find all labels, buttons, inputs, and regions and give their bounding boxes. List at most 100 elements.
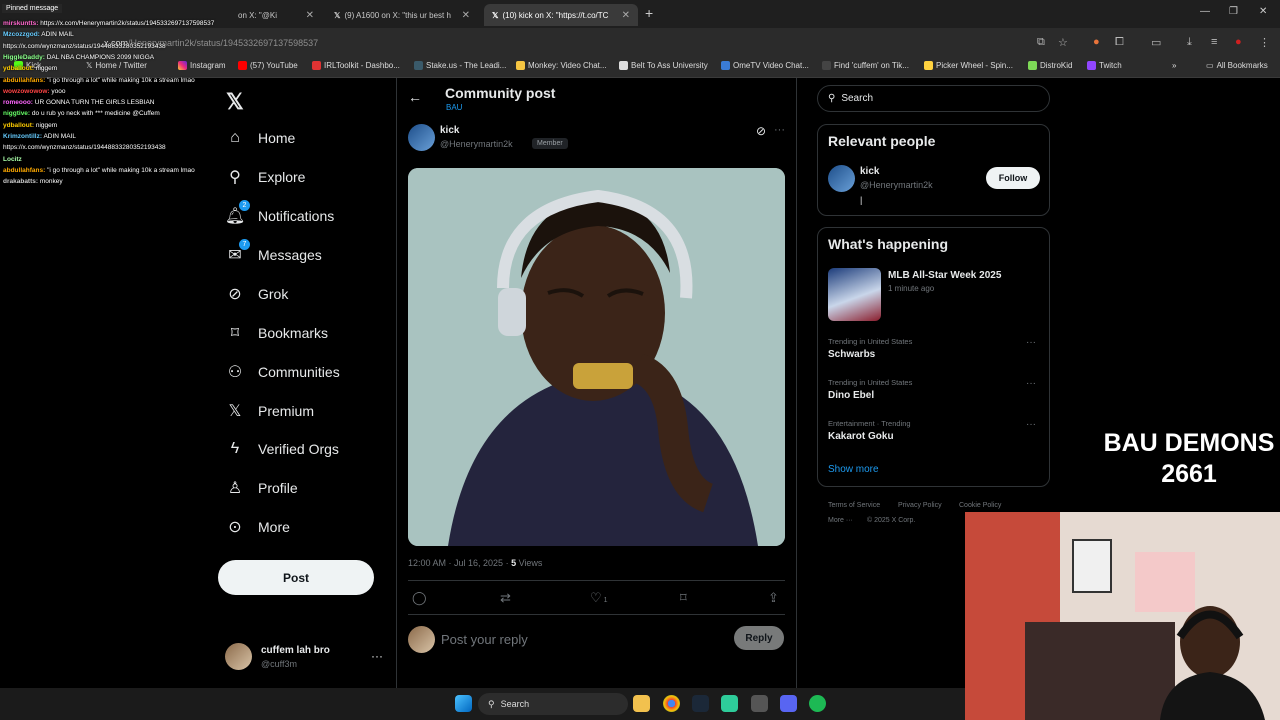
- bookmark-item[interactable]: DistroKid: [1028, 61, 1072, 70]
- chrome-icon[interactable]: [663, 695, 680, 712]
- reply-button[interactable]: Reply: [734, 626, 784, 650]
- notification-badge: 2: [239, 200, 250, 211]
- back-arrow-icon[interactable]: ←: [408, 89, 422, 105]
- profile-icon[interactable]: ●: [1235, 36, 1242, 48]
- taskbar-search-label: Search: [500, 699, 530, 709]
- close-icon[interactable]: ✕: [300, 10, 314, 21]
- sidebar-item-bookmarks[interactable]: ⌑ Bookmarks: [226, 318, 328, 348]
- browser-tab[interactable]: 𝕏 (9) A1600 on X: "this ur best h ✕: [326, 4, 478, 26]
- star-icon[interactable]: ☆: [1058, 36, 1068, 49]
- author-avatar[interactable]: [408, 124, 435, 151]
- install-icon[interactable]: ⧉: [1037, 36, 1045, 49]
- reply-icon[interactable]: ◯: [412, 590, 427, 606]
- trend-name[interactable]: Schwarbs: [828, 349, 875, 360]
- bookmark-item[interactable]: Monkey: Video Chat...: [516, 61, 607, 70]
- file-explorer-icon[interactable]: [633, 695, 650, 712]
- chevron-right-icon[interactable]: »: [1172, 61, 1176, 70]
- browser-tab-active[interactable]: 𝕏 (10) kick on X: "https://t.co/TC ✕: [484, 4, 638, 26]
- discord-icon[interactable]: [780, 695, 797, 712]
- person-handle[interactable]: @Henerymartin2k: [860, 180, 933, 190]
- kebab-menu-icon[interactable]: ⋮: [1259, 36, 1270, 49]
- divider: [408, 580, 785, 581]
- browser-tab[interactable]: on X: "@Ki ✕: [230, 4, 322, 26]
- person-name[interactable]: kick: [860, 166, 879, 177]
- spotify-icon[interactable]: [809, 695, 826, 712]
- trend-name[interactable]: Kakarot Goku: [828, 431, 894, 442]
- x-logo-icon[interactable]: 𝕏: [226, 89, 244, 115]
- post-timestamp[interactable]: 12:00 AM · Jul 16, 2025 ·: [408, 558, 511, 568]
- close-icon[interactable]: ✕: [616, 10, 630, 21]
- footer-link[interactable]: More ···: [828, 517, 853, 524]
- like-icon[interactable]: ♡ 1: [590, 590, 608, 606]
- close-window-icon[interactable]: ✕: [1259, 6, 1267, 17]
- more-dots-icon[interactable]: ···: [774, 124, 785, 136]
- sidebar-item-explore[interactable]: ⚲ Explore: [226, 162, 305, 192]
- sidebar-item-grok[interactable]: ⊘ Grok: [226, 279, 288, 309]
- bookmark-item[interactable]: Picker Wheel - Spin...: [924, 61, 1013, 70]
- bookmark-icon[interactable]: ⌑: [680, 590, 687, 606]
- more-dots-icon[interactable]: ···: [1026, 337, 1036, 348]
- avatar[interactable]: [828, 165, 855, 192]
- more-dots-icon[interactable]: ···: [371, 649, 383, 663]
- bookmark-item[interactable]: OmeTV Video Chat...: [721, 61, 809, 70]
- app-icon[interactable]: [751, 695, 768, 712]
- download-icon[interactable]: ⤓: [1187, 36, 1192, 49]
- windows-start-icon[interactable]: [455, 695, 472, 712]
- menu-icon[interactable]: ≡: [1211, 36, 1217, 48]
- reply-input[interactable]: [441, 630, 721, 648]
- minimize-icon[interactable]: —: [1200, 6, 1210, 17]
- footer-link[interactable]: Terms of Service: [828, 502, 880, 509]
- bookmark-label: DistroKid: [1040, 61, 1073, 70]
- steam-icon[interactable]: [692, 695, 709, 712]
- share-icon[interactable]: ⇪: [768, 590, 779, 606]
- sidebar-item-home[interactable]: ⌂ Home: [226, 123, 295, 153]
- bookmark-item[interactable]: (57) YouTube: [238, 61, 298, 70]
- bookmark-item[interactable]: Stake.us - The Leadi...: [414, 61, 506, 70]
- footer-link[interactable]: Privacy Policy: [898, 502, 942, 509]
- close-icon[interactable]: ✕: [456, 10, 470, 21]
- sidebar-item-messages[interactable]: ✉ 7 Messages: [226, 239, 322, 270]
- sidebar-item-premium[interactable]: 𝕏 Premium: [226, 396, 314, 426]
- taskbar-search[interactable]: ⚲ Search: [478, 693, 628, 715]
- sidebar-item-verified-orgs[interactable]: ϟ Verified Orgs: [226, 434, 339, 464]
- sidebar-item-more[interactable]: ⊙ More: [226, 512, 290, 542]
- maximize-icon[interactable]: ❐: [1229, 6, 1238, 17]
- sidebar-icon[interactable]: ▭: [1151, 36, 1161, 49]
- bookmark-icon: ⌑: [230, 325, 240, 342]
- url-field[interactable]: x.com/Henerymartin2k/status/194533269713…: [104, 38, 318, 48]
- post-media[interactable]: [408, 168, 785, 546]
- bookmark-item[interactable]: Kick: [14, 61, 41, 70]
- puzzle-icon[interactable]: ⧠: [1115, 36, 1124, 49]
- trend-thumbnail[interactable]: [828, 268, 881, 321]
- sidebar-item-profile[interactable]: ♙ Profile: [226, 473, 298, 503]
- author-handle[interactable]: @Henerymartin2k: [440, 139, 513, 149]
- bookmark-item[interactable]: 𝕏 Home / Twitter: [86, 61, 147, 70]
- sidebar-item-communities[interactable]: ⚇ Communities: [226, 357, 340, 387]
- author-name[interactable]: kick: [440, 125, 459, 136]
- app-icon[interactable]: [721, 695, 738, 712]
- post-button[interactable]: Post: [218, 560, 374, 595]
- show-more-link[interactable]: Show more: [828, 464, 879, 475]
- bookmark-label: IRLToolkit - Dashbo...: [324, 61, 400, 70]
- search-input[interactable]: [841, 93, 1032, 104]
- all-bookmarks[interactable]: ▭ All Bookmarks: [1206, 61, 1268, 70]
- more-dots-icon[interactable]: ···: [1026, 378, 1036, 389]
- account-switcher[interactable]: cuffem lah bro @cuff3m ···: [225, 643, 385, 673]
- more-dots-icon[interactable]: ···: [1026, 419, 1036, 430]
- extension-icon[interactable]: ●: [1093, 36, 1100, 48]
- bookmark-item[interactable]: Twitch: [1087, 61, 1122, 70]
- grok-icon[interactable]: ⊘: [756, 124, 766, 138]
- footer-link[interactable]: Cookie Policy: [959, 502, 1001, 509]
- trend-name[interactable]: Dino Ebel: [828, 390, 874, 401]
- search-bar[interactable]: ⚲: [817, 85, 1050, 112]
- bookmark-item[interactable]: IRLToolkit - Dashbo...: [312, 61, 400, 70]
- follow-button[interactable]: Follow: [986, 167, 1040, 189]
- bookmark-item[interactable]: Instagram: [178, 61, 226, 70]
- bookmark-item[interactable]: Find 'cuffem' on Tik...: [822, 61, 909, 70]
- bookmark-item[interactable]: Belt To Ass University: [619, 61, 708, 70]
- sidebar-item-notifications[interactable]: 🔔︎ 2 Notifications: [225, 200, 334, 231]
- community-name[interactable]: BAU: [446, 103, 462, 112]
- featured-trend-title[interactable]: MLB All-Star Week 2025: [888, 270, 1001, 281]
- repost-icon[interactable]: ⇄: [500, 590, 511, 606]
- new-tab-button[interactable]: +: [645, 5, 653, 21]
